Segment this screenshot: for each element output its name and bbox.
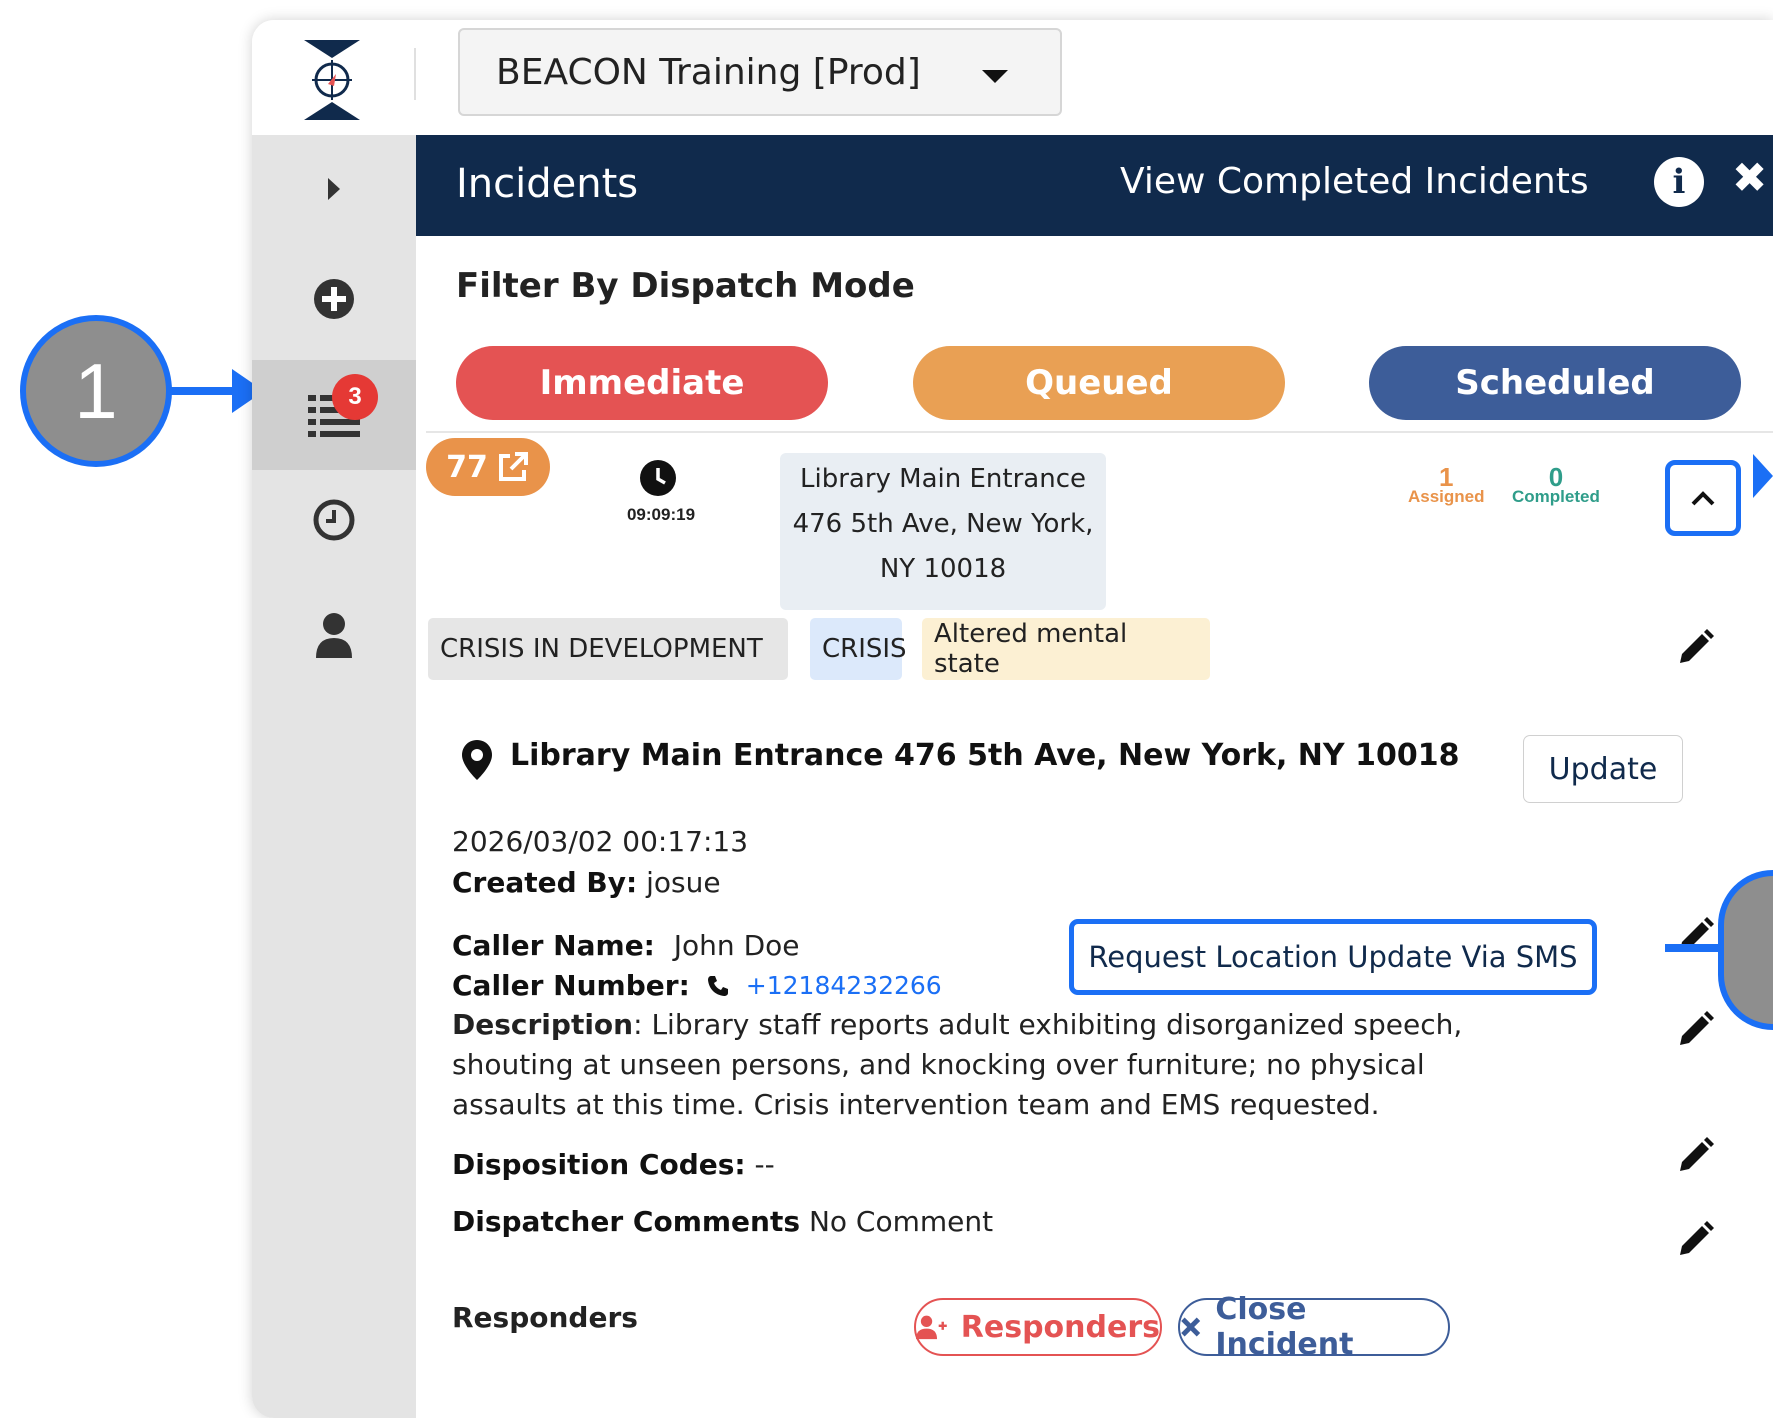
callout-2-arrowhead bbox=[1753, 454, 1773, 498]
page-title: Incidents bbox=[456, 161, 639, 207]
close-icon[interactable]: ✖ bbox=[1732, 153, 1767, 202]
incident-count-badge: 3 bbox=[332, 374, 378, 420]
assigned-label: Assigned bbox=[1408, 487, 1485, 506]
dispatcher-comments-label: Dispatcher Comments bbox=[452, 1205, 801, 1238]
sidebar-item-create-incident[interactable] bbox=[252, 249, 416, 349]
plus-circle-icon bbox=[314, 279, 354, 319]
edit-comments-pencil-icon[interactable] bbox=[1674, 1219, 1716, 1261]
incident-location: Library Main Entrance 476 5th Ave, New Y… bbox=[510, 738, 1460, 773]
caller-name-value: John Doe bbox=[673, 929, 800, 962]
created-by-label: Created By: bbox=[452, 866, 638, 899]
update-location-button[interactable]: Update bbox=[1523, 735, 1683, 803]
request-location-sms-button[interactable]: Request Location Update Via SMS bbox=[1069, 919, 1597, 995]
completed-count: 0 bbox=[1548, 462, 1564, 492]
disposition-label: Disposition Codes: bbox=[452, 1148, 746, 1181]
description-row: Description: Library staff reports adult… bbox=[452, 1008, 1463, 1121]
app-window: BEACON Training [Prod] 3 Incidents View … bbox=[252, 20, 1773, 1418]
organization-select-label: BEACON Training [Prod] bbox=[496, 51, 921, 93]
incident-number-button[interactable]: 77 bbox=[426, 438, 550, 496]
edit-tags-pencil-icon[interactable] bbox=[1674, 627, 1716, 669]
completed-label: Completed bbox=[1512, 487, 1600, 506]
filter-immediate-button[interactable]: Immediate bbox=[456, 346, 828, 420]
sidebar-item-history[interactable] bbox=[252, 470, 416, 570]
created-at: 2026/03/02 00:17:13 bbox=[452, 825, 749, 858]
add-user-icon bbox=[916, 1315, 947, 1340]
beacon-logo-icon bbox=[304, 40, 360, 120]
caller-number-label: Caller Number: bbox=[452, 969, 690, 1002]
assigned-counter: 1 Assigned bbox=[1408, 462, 1485, 506]
disposition-row: Disposition Codes: -- bbox=[452, 1148, 775, 1181]
incidents-panel: Incidents View Completed Incidents i ✖ F… bbox=[416, 135, 1773, 1418]
info-icon[interactable]: i bbox=[1654, 157, 1704, 207]
sidebar-item-profile[interactable] bbox=[252, 585, 416, 685]
caller-number-row: Caller Number: +12184232266 bbox=[452, 969, 942, 1002]
top-bar: BEACON Training [Prod] bbox=[252, 20, 1773, 135]
filter-scheduled-button[interactable]: Scheduled bbox=[1369, 346, 1741, 420]
view-completed-incidents-link[interactable]: View Completed Incidents bbox=[1120, 161, 1589, 202]
add-responders-label: Responders bbox=[960, 1309, 1160, 1345]
sidebar-expand-button[interactable] bbox=[252, 139, 416, 239]
responders-heading: Responders bbox=[452, 1301, 638, 1334]
close-incident-label: Close Incident bbox=[1215, 1292, 1354, 1362]
incidents-header: Incidents View Completed Incidents i ✖ bbox=[416, 135, 1773, 236]
close-incident-button[interactable]: Close Incident bbox=[1178, 1292, 1450, 1362]
tag-crisis-in-development: CRISIS IN DEVELOPMENT bbox=[428, 618, 788, 680]
divider bbox=[426, 431, 1773, 433]
filter-title: Filter By Dispatch Mode bbox=[456, 266, 915, 306]
sidebar-item-incidents[interactable]: 3 bbox=[252, 360, 416, 470]
timer-clock-icon bbox=[640, 460, 676, 496]
caret-right-icon bbox=[328, 178, 340, 200]
created-by-value: josue bbox=[646, 866, 721, 899]
external-link-icon bbox=[498, 452, 528, 481]
clock-icon bbox=[313, 499, 355, 541]
caller-name-label: Caller Name: bbox=[452, 929, 655, 962]
incident-timer: 09:09:19 bbox=[626, 505, 696, 524]
callout-1-number: 1 bbox=[74, 346, 118, 435]
dispatcher-comments-value: No Comment bbox=[808, 1205, 994, 1238]
description-label: Description bbox=[452, 1008, 634, 1041]
phone-icon bbox=[707, 975, 728, 996]
caller-name-row: Caller Name: John Doe bbox=[452, 929, 800, 962]
callout-3-arrow bbox=[1665, 944, 1725, 952]
edit-disposition-pencil-icon[interactable] bbox=[1674, 1135, 1716, 1177]
address-line-2: 476 5th Ave, New York, bbox=[792, 509, 1094, 539]
organization-select[interactable]: BEACON Training [Prod] bbox=[458, 28, 1062, 116]
address-line-1: Library Main Entrance bbox=[800, 464, 1086, 494]
sidebar: 3 bbox=[252, 135, 416, 1418]
chevron-down-icon bbox=[982, 70, 1008, 83]
caller-number-link[interactable]: +12184232266 bbox=[746, 971, 942, 1000]
tag-altered-mental-state: Altered mental state bbox=[922, 618, 1210, 680]
callout-1-arrow bbox=[170, 387, 240, 395]
incident-address-box: Library Main Entrance 476 5th Ave, New Y… bbox=[780, 453, 1106, 610]
incident-number: 77 bbox=[446, 449, 488, 485]
disposition-value: -- bbox=[754, 1148, 775, 1181]
user-icon bbox=[316, 613, 352, 658]
collapse-incident-button[interactable] bbox=[1665, 460, 1741, 536]
add-responders-button[interactable]: Responders bbox=[914, 1298, 1162, 1356]
chevron-up-icon bbox=[1691, 491, 1715, 506]
completed-counter: 0 Completed bbox=[1512, 462, 1600, 506]
x-icon bbox=[1181, 1317, 1201, 1337]
assigned-count: 1 bbox=[1439, 462, 1454, 492]
filter-queued-button[interactable]: Queued bbox=[913, 346, 1285, 420]
created-by-row: Created By: josue bbox=[452, 866, 721, 899]
map-pin-icon bbox=[462, 740, 492, 780]
topbar-divider bbox=[414, 48, 416, 100]
address-line-3: NY 10018 bbox=[879, 554, 1007, 584]
callout-1: 1 bbox=[20, 315, 172, 467]
tag-crisis: CRISIS bbox=[810, 618, 907, 680]
edit-description-pencil-icon[interactable] bbox=[1674, 1009, 1716, 1051]
dispatcher-comments-row: Dispatcher Comments No Comment bbox=[452, 1205, 993, 1238]
